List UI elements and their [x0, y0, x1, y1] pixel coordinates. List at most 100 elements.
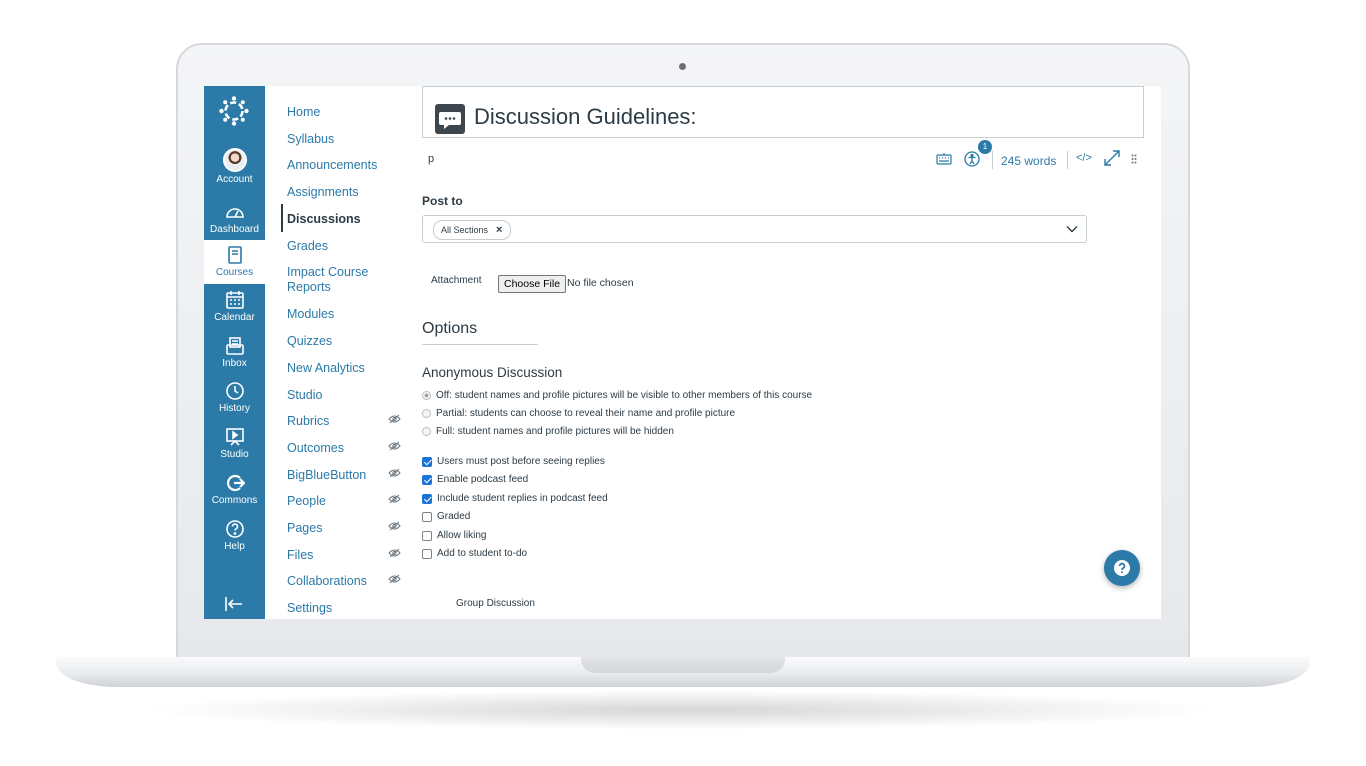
calendar-icon — [225, 291, 244, 309]
active-indicator — [281, 204, 283, 232]
html-editor-toggle[interactable]: </> — [1076, 152, 1092, 164]
podcast-replies-label: Include student replies in podcast feed — [437, 493, 608, 504]
keyboard-icon[interactable] — [936, 152, 952, 166]
accessibility-issue-badge: 1 — [978, 140, 992, 154]
must-post-label: Users must post before seeing replies — [437, 456, 605, 467]
attachment-label: Attachment — [431, 275, 482, 286]
course-nav-announcements[interactable]: Announcements — [287, 158, 405, 173]
avatar — [222, 148, 247, 172]
anonymous-full-radio[interactable] — [422, 427, 431, 436]
course-nav-home[interactable]: Home — [287, 105, 405, 120]
course-nav-syllabus[interactable]: Syllabus — [287, 132, 405, 147]
toolbar-divider — [992, 151, 993, 169]
options-divider — [422, 344, 538, 345]
allow-liking-label: Allow liking — [437, 530, 487, 541]
graded-checkbox[interactable] — [422, 511, 432, 522]
anonymous-full-radio-row[interactable]: Full: student names and profile pictures… — [422, 426, 674, 437]
course-nav-impact-course-reports[interactable]: Impact Course Reports — [287, 265, 405, 295]
podcast-feed-checkbox[interactable] — [422, 474, 432, 485]
todo-label: Add to student to-do — [437, 548, 528, 559]
nav-help[interactable]: Help — [204, 519, 265, 563]
nav-account[interactable]: Account — [204, 148, 265, 192]
nav-help-label: Help — [224, 541, 245, 552]
course-nav-grades[interactable]: Grades — [287, 239, 405, 254]
courses-icon — [227, 246, 242, 264]
section-pill[interactable]: All Sections × — [433, 220, 512, 240]
chevron-down-icon[interactable] — [1066, 224, 1078, 234]
option-podcast-replies-row[interactable]: Include student replies in podcast feed — [422, 493, 608, 504]
anonymous-off-label: Off: student names and profile pictures … — [436, 390, 813, 401]
nav-calendar[interactable]: Calendar — [204, 290, 265, 334]
nav-courses[interactable]: Courses — [204, 240, 265, 284]
course-nav-assignments[interactable]: Assignments — [287, 185, 405, 200]
post-to-label: Post to — [422, 194, 463, 208]
hidden-eye-icon — [388, 468, 401, 478]
global-nav: Account Dashboard Courses Calendar Inbox — [204, 86, 265, 619]
canvas-logo-icon[interactable] — [218, 95, 250, 127]
nav-studio-label: Studio — [220, 449, 249, 460]
hidden-eye-icon — [388, 494, 401, 504]
anonymous-full-label: Full: student names and profile pictures… — [436, 426, 674, 437]
laptop-notch — [581, 657, 785, 673]
option-podcast-row[interactable]: Enable podcast feed — [422, 474, 528, 485]
course-nav-modules[interactable]: Modules — [287, 307, 405, 322]
nav-commons-label: Commons — [211, 495, 258, 506]
option-liking-row[interactable]: Allow liking — [422, 530, 486, 541]
anonymous-partial-radio-row[interactable]: Partial: students can choose to reveal t… — [422, 408, 735, 419]
option-must-post-row[interactable]: Users must post before seeing replies — [422, 456, 605, 467]
help-button[interactable] — [1104, 550, 1140, 586]
remove-pill-icon[interactable]: × — [496, 221, 502, 239]
must-post-checkbox[interactable] — [422, 456, 432, 467]
webcam — [679, 63, 686, 70]
collapse-nav-icon[interactable] — [224, 596, 244, 612]
course-nav-new-analytics[interactable]: New Analytics — [287, 361, 405, 376]
nav-history[interactable]: History — [204, 381, 265, 425]
resize-handle-icon[interactable] — [1131, 154, 1137, 166]
choose-file-button[interactable]: Choose File — [498, 275, 567, 293]
anonymous-partial-radio[interactable] — [422, 409, 431, 418]
course-nav-studio[interactable]: Studio — [287, 388, 405, 403]
section-pill-label: All Sections — [441, 225, 489, 235]
question-mark-icon — [1114, 560, 1130, 576]
nav-inbox[interactable]: Inbox — [204, 336, 265, 380]
todo-checkbox[interactable] — [422, 548, 432, 559]
allow-liking-checkbox[interactable] — [422, 530, 432, 541]
history-icon — [225, 382, 244, 400]
canvas-screen: Account Dashboard Courses Calendar Inbox — [204, 86, 1161, 619]
word-count[interactable]: 245 words — [1001, 154, 1056, 168]
course-nav-settings[interactable]: Settings — [287, 601, 405, 616]
anonymous-off-radio[interactable] — [422, 391, 431, 400]
option-todo-row[interactable]: Add to student to-do — [422, 548, 527, 559]
file-status: No file chosen — [567, 277, 634, 289]
nav-history-label: History — [218, 403, 251, 414]
discussion-title: Discussion Guidelines: — [474, 104, 697, 129]
nav-commons[interactable]: Commons — [204, 473, 265, 517]
post-to-select[interactable]: All Sections × — [422, 215, 1087, 243]
accessibility-checker-icon[interactable] — [964, 151, 980, 167]
podcast-feed-label: Enable podcast feed — [437, 474, 529, 485]
rich-content-editor[interactable]: Discussion Guidelines: — [422, 86, 1144, 138]
nav-courses-label: Courses — [215, 267, 254, 278]
nav-calendar-label: Calendar — [214, 312, 255, 323]
fullscreen-icon[interactable] — [1104, 150, 1120, 166]
course-nav: Home Syllabus Announcements Assignments … — [265, 86, 421, 619]
element-path: p — [428, 153, 435, 165]
toolbar-divider — [1067, 151, 1068, 169]
nav-account-label: Account — [216, 174, 253, 185]
group-discussion-label: Group Discussion — [456, 598, 535, 609]
nav-studio[interactable]: Studio — [204, 427, 265, 471]
nav-inbox-label: Inbox — [222, 358, 247, 369]
anonymous-discussion-heading: Anonymous Discussion — [422, 365, 563, 380]
option-graded-row[interactable]: Graded — [422, 511, 470, 522]
graded-label: Graded — [437, 511, 471, 522]
commons-icon — [226, 474, 245, 492]
chat-bubble-icon — [435, 104, 465, 134]
course-nav-discussions[interactable]: Discussions — [287, 212, 405, 227]
hidden-eye-icon — [388, 521, 401, 531]
podcast-replies-checkbox[interactable] — [422, 493, 432, 504]
hidden-eye-icon — [388, 441, 401, 451]
hidden-eye-icon — [388, 414, 401, 424]
course-nav-quizzes[interactable]: Quizzes — [287, 334, 405, 349]
anonymous-off-radio-row[interactable]: Off: student names and profile pictures … — [422, 390, 812, 401]
anonymous-partial-label: Partial: students can choose to reveal t… — [436, 408, 736, 419]
